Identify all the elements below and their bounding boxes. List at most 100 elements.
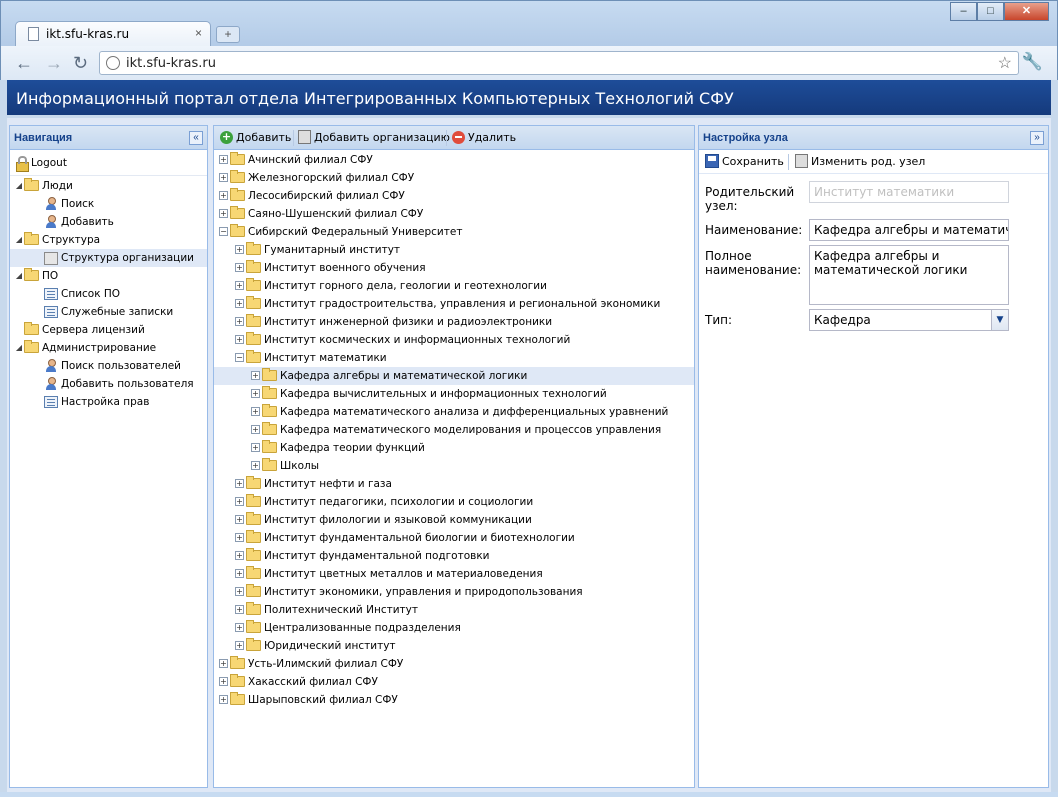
- expand-icon[interactable]: +: [235, 262, 244, 272]
- expand-icon[interactable]: +: [251, 442, 260, 452]
- tree-node[interactable]: + Институт цветных металлов и материалове…: [214, 565, 694, 583]
- nav-item[interactable]: ◢ Структура: [10, 231, 207, 249]
- nav-item[interactable]: Поиск: [10, 195, 207, 213]
- tree-node[interactable]: + Политехнический Институт: [214, 601, 694, 619]
- url-text[interactable]: ikt.sfu-kras.ru: [126, 56, 216, 71]
- expand-icon[interactable]: +: [235, 550, 244, 560]
- tree-node[interactable]: + Институт педагогики, психологии и социо…: [214, 493, 694, 511]
- tree-node[interactable]: + Усть-Илимский филиал СФУ: [214, 655, 694, 673]
- logout-button[interactable]: Logout: [14, 154, 207, 172]
- tree-node[interactable]: + Саяно-Шушенский филиал СФУ: [214, 205, 694, 223]
- expand-icon[interactable]: +: [235, 496, 244, 506]
- tree-node[interactable]: + Кафедра математического моделирования и…: [214, 421, 694, 439]
- minimize-button[interactable]: –: [950, 2, 977, 21]
- tree-node[interactable]: + Хакасский филиал СФУ: [214, 673, 694, 691]
- reload-icon[interactable]: ↻: [73, 53, 88, 74]
- nav-item[interactable]: Настройка прав: [10, 393, 207, 411]
- expand-icon[interactable]: +: [251, 424, 260, 434]
- tree-node[interactable]: + Кафедра вычислительных и информационных…: [214, 385, 694, 403]
- nav-item[interactable]: Список ПО: [10, 285, 207, 303]
- expand-icon[interactable]: +: [235, 568, 244, 578]
- tab-close-icon[interactable]: ×: [195, 26, 202, 40]
- save-button[interactable]: Сохранить: [705, 154, 784, 169]
- tree-node[interactable]: + Институт горного дела, геологии и геоте…: [214, 277, 694, 295]
- tree-node[interactable]: + Институт космических и информационных т…: [214, 331, 694, 349]
- tree-node[interactable]: + Институт градостроительства, управления…: [214, 295, 694, 313]
- expand-icon[interactable]: +: [251, 460, 260, 470]
- tree-node[interactable]: + Лесосибирский филиал СФУ: [214, 187, 694, 205]
- nav-item[interactable]: ◢ Люди: [10, 177, 207, 195]
- expand-icon[interactable]: +: [235, 478, 244, 488]
- nav-item[interactable]: Служебные записки: [10, 303, 207, 321]
- expand-arrow-icon[interactable]: ◢: [14, 267, 24, 285]
- expand-icon[interactable]: +: [251, 388, 260, 398]
- nav-item[interactable]: Поиск пользователей: [10, 357, 207, 375]
- expand-arrow-icon[interactable]: ◢: [14, 231, 24, 249]
- bookmark-star-icon[interactable]: ☆: [998, 53, 1012, 73]
- expand-arrow-icon[interactable]: ◢: [14, 177, 24, 195]
- tree-node[interactable]: + Кафедра алгебры и математической логики: [214, 367, 694, 385]
- name-field[interactable]: Кафедра алгебры и математической логики: [809, 219, 1009, 241]
- type-select[interactable]: Кафедра ▼: [809, 309, 1009, 331]
- forward-icon[interactable]: →: [45, 53, 63, 74]
- tree-node[interactable]: + Шарыповский филиал СФУ: [214, 691, 694, 709]
- collapse-right-icon[interactable]: »: [1030, 131, 1044, 145]
- tree-node[interactable]: + Институт инженерной физики и радиоэлект…: [214, 313, 694, 331]
- close-window-button[interactable]: ✕: [1004, 2, 1049, 21]
- expand-icon[interactable]: +: [219, 658, 228, 668]
- nav-item[interactable]: Добавить: [10, 213, 207, 231]
- tree-node[interactable]: + Ачинский филиал СФУ: [214, 151, 694, 169]
- expand-icon[interactable]: +: [251, 406, 260, 416]
- tree-node[interactable]: + Институт нефти и газа: [214, 475, 694, 493]
- tree-node[interactable]: + Институт филологии и языковой коммуника…: [214, 511, 694, 529]
- tree-node[interactable]: + Институт фундаментальной биологии и био…: [214, 529, 694, 547]
- expand-icon[interactable]: +: [235, 514, 244, 524]
- nav-item[interactable]: Сервера лицензий: [10, 321, 207, 339]
- expand-icon[interactable]: +: [235, 604, 244, 614]
- browser-tab[interactable]: ikt.sfu-kras.ru ×: [15, 21, 211, 47]
- nav-item[interactable]: Добавить пользователя: [10, 375, 207, 393]
- expand-icon[interactable]: +: [219, 208, 228, 218]
- expand-arrow-icon[interactable]: ◢: [14, 339, 24, 357]
- expand-icon[interactable]: +: [235, 316, 244, 326]
- expand-icon[interactable]: +: [235, 298, 244, 308]
- address-bar[interactable]: ikt.sfu-kras.ru ☆: [99, 51, 1019, 75]
- maximize-button[interactable]: □: [977, 2, 1004, 21]
- new-tab-button[interactable]: +: [216, 26, 240, 43]
- tree-node[interactable]: + Школы: [214, 457, 694, 475]
- chevron-down-icon[interactable]: ▼: [991, 310, 1008, 330]
- change-parent-button[interactable]: Изменить род. узел: [795, 154, 925, 169]
- collapse-left-icon[interactable]: «: [189, 131, 203, 145]
- tree-node[interactable]: + Институт экономики, управления и природ…: [214, 583, 694, 601]
- expand-icon[interactable]: +: [235, 244, 244, 254]
- delete-button[interactable]: Удалить: [452, 130, 516, 145]
- tree-node[interactable]: − Сибирский Федеральный Университет: [214, 223, 694, 241]
- expand-icon[interactable]: +: [235, 334, 244, 344]
- expand-icon[interactable]: +: [235, 586, 244, 596]
- expand-icon[interactable]: +: [251, 370, 260, 380]
- tree-node[interactable]: + Институт военного обучения: [214, 259, 694, 277]
- tree-node[interactable]: + Централизованные подразделения: [214, 619, 694, 637]
- full-name-field[interactable]: Кафедра алгебры и математической логики: [809, 245, 1009, 305]
- tree-node[interactable]: + Институт фундаментальной подготовки: [214, 547, 694, 565]
- parent-node-field[interactable]: Институт математики: [809, 181, 1009, 203]
- back-icon[interactable]: ←: [15, 53, 33, 74]
- nav-item[interactable]: ◢ ПО: [10, 267, 207, 285]
- expand-icon[interactable]: +: [235, 640, 244, 650]
- wrench-icon[interactable]: 🔧: [1022, 52, 1043, 72]
- tree-node[interactable]: + Гуманитарный институт: [214, 241, 694, 259]
- expand-icon[interactable]: +: [235, 280, 244, 290]
- tree-node[interactable]: − Институт математики: [214, 349, 694, 367]
- add-button[interactable]: + Добавить: [220, 130, 291, 145]
- expand-icon[interactable]: +: [219, 694, 228, 704]
- collapse-icon[interactable]: −: [219, 226, 228, 236]
- nav-item[interactable]: ◢ Администрирование: [10, 339, 207, 357]
- tree-node[interactable]: + Юридический институт: [214, 637, 694, 655]
- expand-icon[interactable]: +: [219, 190, 228, 200]
- collapse-icon[interactable]: −: [235, 352, 244, 362]
- add-organization-button[interactable]: Добавить организацию: [298, 130, 450, 145]
- tree-node[interactable]: + Кафедра теории функций: [214, 439, 694, 457]
- tree-node[interactable]: + Кафедра математического анализа и диффе…: [214, 403, 694, 421]
- expand-icon[interactable]: +: [219, 676, 228, 686]
- expand-icon[interactable]: +: [235, 622, 244, 632]
